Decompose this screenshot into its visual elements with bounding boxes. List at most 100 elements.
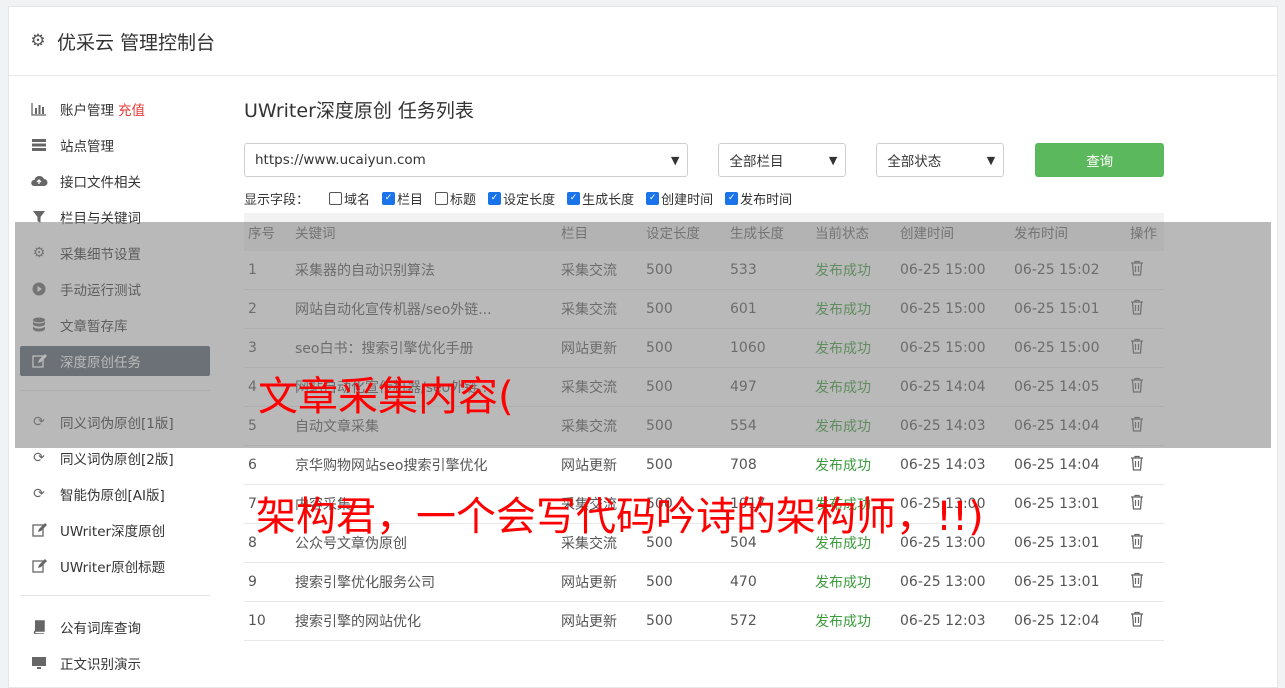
refresh-icon: ⟳ <box>33 414 45 430</box>
col-header: 创建时间 <box>896 213 1010 251</box>
cell-status: 发布成功 <box>811 367 896 407</box>
field-checkbox-column[interactable]: ✓ 栏目 <box>382 189 423 208</box>
sidebar-item-collect-settings[interactable]: ⚙ 采集细节设置 <box>20 238 210 268</box>
cell-created: 06-25 13:00 <box>896 523 1010 563</box>
trash-icon[interactable] <box>1130 260 1144 280</box>
filter-bar: https://www.ucaiyun.com ▼ 全部栏目 ▼ 全部状态 ▼ … <box>244 143 1164 177</box>
cell-gen-length: 1060 <box>726 328 811 368</box>
field-checkbox-set-length[interactable]: ✓ 设定长度 <box>488 189 555 208</box>
cell-gen-length: 601 <box>726 289 811 329</box>
cell-gen-length: 1017 <box>726 484 811 524</box>
field-checkbox-published[interactable]: ✓ 发布时间 <box>725 189 792 208</box>
cell-status: 发布成功 <box>811 484 896 524</box>
cell-index: 7 <box>244 484 291 524</box>
monitor-icon <box>30 654 48 672</box>
cell-set-length: 500 <box>642 406 726 446</box>
checkbox[interactable]: ✓ <box>567 191 581 205</box>
cell-keyword: 京华购物网站seo搜索引擎优化 <box>291 445 557 485</box>
cell-action <box>1126 289 1164 329</box>
sidebar-item-interface[interactable]: 接口文件相关 <box>20 166 210 196</box>
cell-keyword: 网站自动化宣传机器/seo外链... <box>291 367 557 407</box>
cell-set-length: 500 <box>642 328 726 368</box>
checkbox[interactable] <box>329 191 343 205</box>
sidebar-item-label: 智能伪原创[AI版] <box>60 488 165 504</box>
sidebar-item-label: 站点管理 <box>60 139 114 155</box>
trash-icon[interactable] <box>1130 416 1144 436</box>
cell-action <box>1126 367 1164 407</box>
site-select[interactable]: https://www.ucaiyun.com ▼ <box>244 143 689 177</box>
display-fields: 显示字段： 域名 ✓ 栏目 标题 ✓ 设定长度 ✓ 生成长度 ✓ 创建时间 ✓ 发布时间 <box>244 189 1164 208</box>
cell-gen-length: 497 <box>726 367 811 407</box>
cell-action <box>1126 445 1164 485</box>
field-checkbox-created[interactable]: ✓ 创建时间 <box>646 189 713 208</box>
trash-icon[interactable] <box>1130 572 1144 592</box>
sidebar-item-uwriter-title[interactable]: UWriter原创标题 <box>20 551 210 581</box>
cell-column: 网站更新 <box>557 562 642 602</box>
cell-created: 06-25 14:04 <box>896 367 1010 407</box>
trash-icon[interactable] <box>1130 338 1144 358</box>
cell-created: 06-25 15:00 <box>896 328 1010 368</box>
checkbox[interactable]: ✓ <box>725 191 739 205</box>
trash-icon[interactable] <box>1130 611 1144 631</box>
cell-index: 2 <box>244 289 291 329</box>
page-title: UWriter深度原创 任务列表 <box>244 100 474 122</box>
recharge-link[interactable]: 充值 <box>118 99 145 119</box>
cell-published: 06-25 13:01 <box>1010 523 1126 563</box>
sidebar-item-uwriter-deep[interactable]: UWriter深度原创 <box>20 515 210 545</box>
trash-icon[interactable] <box>1130 494 1144 514</box>
trash-icon[interactable] <box>1130 533 1144 553</box>
sidebar-item-label: 正文识别演示 <box>60 657 141 673</box>
sidebar-item-synonym-v2[interactable]: ⟳ 同义词伪原创[2版] <box>20 443 210 473</box>
cell-published: 06-25 13:01 <box>1010 562 1126 602</box>
cell-status: 发布成功 <box>811 289 896 329</box>
status-select[interactable]: 全部状态 ▼ <box>876 143 1005 177</box>
cell-gen-length: 554 <box>726 406 811 446</box>
cell-keyword: 采集器的自动识别算法 <box>291 251 557 290</box>
filter-icon <box>30 208 48 226</box>
column-select[interactable]: 全部栏目 ▼ <box>718 143 847 177</box>
sidebar-item-account[interactable]: 账户管理 充值 <box>20 94 210 124</box>
cell-column: 网站更新 <box>557 601 642 641</box>
sidebar-item-ai-rewrite[interactable]: ⟳ 智能伪原创[AI版] <box>20 479 210 509</box>
sidebar-item-public-lexicon[interactable]: 公有词库查询 <box>20 612 210 642</box>
checkbox[interactable] <box>435 191 449 205</box>
sidebar-item-sites[interactable]: 站点管理 <box>20 130 210 160</box>
edit-icon <box>30 521 48 539</box>
cell-index: 6 <box>244 445 291 485</box>
field-checkbox-domain[interactable]: 域名 <box>329 189 370 208</box>
cell-created: 06-25 12:03 <box>896 601 1010 641</box>
cell-status: 发布成功 <box>811 328 896 368</box>
cell-published: 06-25 15:01 <box>1010 289 1126 329</box>
col-header: 操作 <box>1126 213 1164 251</box>
sidebar-item-text-recognition[interactable]: 正文识别演示 <box>20 648 210 678</box>
cell-action <box>1126 406 1164 446</box>
cell-status: 发布成功 <box>811 523 896 563</box>
display-fields-label: 显示字段： <box>244 192 310 208</box>
checkbox[interactable]: ✓ <box>382 191 396 205</box>
trash-icon[interactable] <box>1130 377 1144 397</box>
sidebar-divider <box>20 595 210 596</box>
top-header: ⚙ 优采云 管理控制台 <box>9 7 1277 76</box>
sidebar-item-article-store[interactable]: 文章暂存库 <box>20 310 210 340</box>
checkbox[interactable]: ✓ <box>646 191 660 205</box>
sidebar-item-label: 文章暂存库 <box>60 319 128 335</box>
trash-icon[interactable] <box>1130 455 1144 475</box>
play-icon <box>30 280 48 298</box>
sidebar: 账户管理 充值 站点管理 接口文件相关 栏目与关键词 ⚙ 采集细节设置 手动运行… <box>20 94 210 684</box>
trash-icon[interactable] <box>1130 299 1144 319</box>
checkbox[interactable]: ✓ <box>488 191 502 205</box>
sidebar-item-manual-test[interactable]: 手动运行测试 <box>20 274 210 304</box>
field-checkbox-gen-length[interactable]: ✓ 生成长度 <box>567 189 634 208</box>
cell-created: 06-25 15:00 <box>896 251 1010 290</box>
sidebar-item-synonym-v1[interactable]: ⟳ 同义词伪原创[1版] <box>20 407 210 437</box>
sidebar-item-label: 同义词伪原创[1版] <box>60 416 174 432</box>
database-icon <box>30 316 48 334</box>
sidebar-item-label: 公有词库查询 <box>60 621 141 637</box>
query-button[interactable]: 查询 <box>1035 143 1164 177</box>
field-checkbox-title[interactable]: 标题 <box>435 189 476 208</box>
cell-published: 06-25 15:00 <box>1010 328 1126 368</box>
col-header: 序号 <box>244 213 291 251</box>
sidebar-item-deep-original-task[interactable]: 深度原创任务 <box>20 346 210 376</box>
sidebar-item-columns[interactable]: 栏目与关键词 <box>20 202 210 232</box>
col-header: 栏目 <box>557 213 642 251</box>
